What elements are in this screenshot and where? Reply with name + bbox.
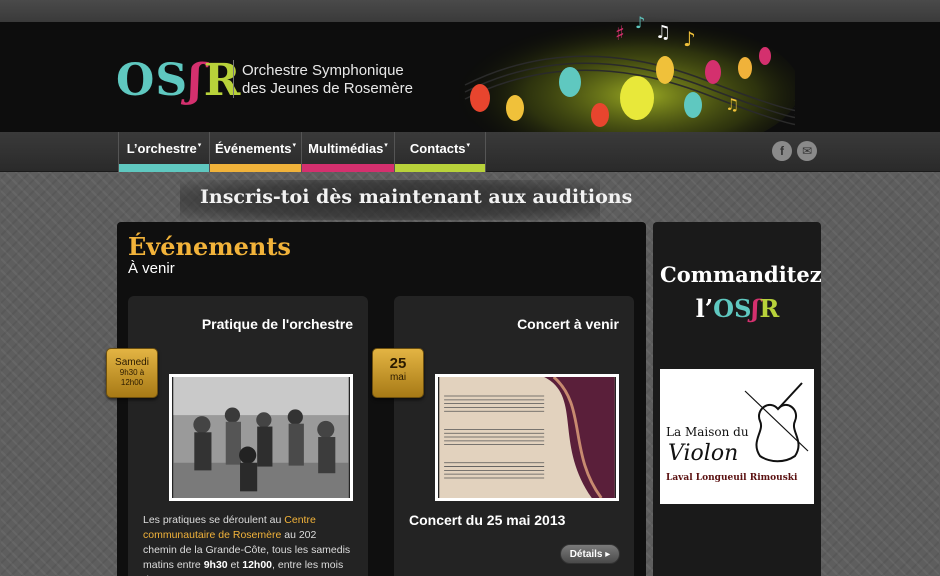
practice-time-start: 9h30 (203, 559, 228, 571)
event-card-title[interactable]: Pratique de l'orchestre (153, 316, 353, 332)
svg-text:♫: ♫ (725, 95, 739, 114)
orchestre-practice-photo[interactable] (169, 374, 353, 501)
nav-color-bar (210, 164, 301, 172)
sponsor-name-line1: La Maison du (666, 425, 749, 439)
sponsor-title: Commanditez (660, 262, 822, 287)
email-icon[interactable]: ✉ (797, 141, 817, 161)
nav-label-multimedias: Multimédias (308, 141, 384, 156)
badge-day-name: Samedi (115, 357, 149, 368)
svg-text:♫: ♫ (655, 22, 671, 43)
org-name-line2: des Jeunes de Rosemère (242, 80, 413, 97)
date-badge: 25 mai (372, 348, 424, 398)
org-name: Orchestre Symphonique des Jeunes de Rose… (242, 62, 413, 98)
chevron-down-icon: ▾ (197, 142, 202, 149)
practice-time-end: 12h00 (242, 559, 273, 571)
sponsor-prefix: l’ (695, 294, 714, 323)
facebook-icon[interactable]: f (772, 141, 792, 161)
practice-text-and: et (227, 559, 243, 571)
chevron-down-icon: ▾ (292, 142, 297, 149)
sponsor-locations: Laval Longueuil Rimouski (666, 473, 798, 483)
logo-ornament: ʃ (188, 54, 204, 106)
nav-label-contacts: Contacts (409, 141, 466, 156)
chevron-down-icon: ▾ (466, 142, 471, 149)
nav-item-orchestre[interactable]: L’orchestre▾ (118, 132, 209, 172)
nav-item-multimedias[interactable]: Multimédias▾ (301, 132, 394, 172)
org-name-line1: Orchestre Symphonique (242, 62, 404, 79)
logo-divider (233, 60, 234, 98)
practice-text-before: Les pratiques se déroulent au (143, 514, 285, 526)
sheet-music-photo[interactable] (435, 374, 619, 501)
badge-time-start: 9h30 à (119, 368, 145, 377)
nav-label-evenements: Événements (214, 141, 292, 156)
chevron-down-icon: ▾ (384, 142, 388, 149)
logo-part-r: R (203, 54, 242, 106)
nav-color-bar (119, 164, 209, 172)
svg-text:♯: ♯ (615, 21, 625, 45)
sponsor-osjr-logo: l’OSʃR (660, 294, 815, 323)
badge-time-end: 12h00 (120, 378, 144, 387)
nav-item-contacts[interactable]: Contacts▾ (394, 132, 486, 172)
events-subtitle: À venir (128, 260, 175, 277)
site-logo[interactable]: OS ʃ R (116, 54, 241, 106)
practice-description: Les pratiques se déroulent au Centre com… (143, 513, 353, 576)
events-title: Événements (128, 232, 291, 261)
sponsor-maison-du-violon[interactable]: La Maison du Violon Laval Longueuil Rimo… (660, 369, 814, 504)
audition-banner-text[interactable]: Inscris-toi dès maintenant aux auditions (200, 186, 632, 208)
nav-color-bar (395, 164, 485, 172)
badge-month: mai (389, 372, 407, 383)
sponsor-logo-os: OS (713, 294, 752, 323)
svg-text:♪: ♪ (683, 27, 696, 51)
nav-item-evenements[interactable]: Événements▾ (209, 132, 301, 172)
sponsor-name-line2: Violon (668, 441, 739, 466)
concert-heading[interactable]: Concert du 25 mai 2013 (409, 512, 565, 528)
nav-color-bar (302, 164, 394, 172)
event-card-title[interactable]: Concert à venir (419, 316, 619, 332)
date-badge: Samedi 9h30 à 12h00 (106, 348, 158, 398)
details-button[interactable]: Détails ▸ (560, 544, 620, 564)
nav-label-orchestre: L’orchestre (126, 141, 197, 156)
svg-text:♪: ♪ (635, 13, 645, 32)
sponsor-logo-r: R (759, 294, 780, 323)
violin-icon (744, 382, 809, 463)
badge-day-number: 25 (389, 355, 407, 372)
logo-part-os: OS (116, 54, 189, 106)
